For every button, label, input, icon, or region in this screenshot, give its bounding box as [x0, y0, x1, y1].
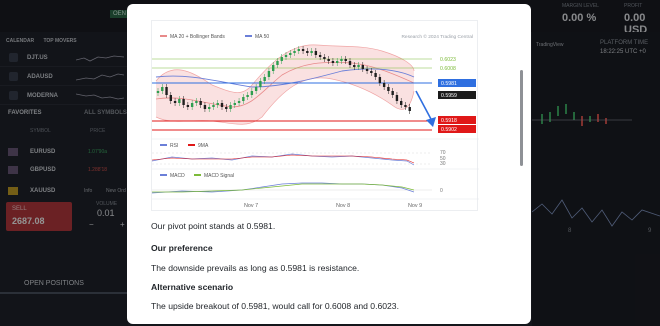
- x-label-nov-8: Nov 8: [336, 203, 350, 209]
- level-label-0-6023: 0.6023: [440, 57, 456, 63]
- candle-body: [182, 99, 185, 105]
- modal-scrollbar[interactable]: [520, 70, 523, 166]
- pivot-point-text: Our pivot point stands at 0.5981.: [151, 221, 276, 231]
- candle-body: [233, 103, 236, 105]
- legend-swatch-9ma: [188, 144, 195, 146]
- candle-body: [365, 69, 369, 71]
- candle-body: [272, 65, 275, 71]
- price-chart-svg: MA 20 + Bollinger Bands MA 50 Research ©…: [151, 33, 479, 209]
- candle-body: [293, 51, 296, 53]
- candle-body: [387, 87, 390, 91]
- preference-text: The downside prevails as long as 0.5981 …: [151, 263, 360, 273]
- candle-body: [301, 49, 305, 51]
- legend-swatch-macd: [160, 174, 167, 176]
- candle-body: [203, 105, 207, 109]
- alternative-scenario-text: The upside breakout of 0.5981, would cal…: [151, 301, 399, 311]
- analysis-chart: MA 20 + Bollinger Bands MA 50 Research ©…: [151, 20, 479, 211]
- legend-macd-signal: MACD Signal: [204, 173, 234, 179]
- candle-body: [173, 101, 177, 103]
- legend-ma50: MA 50: [255, 34, 269, 40]
- rsi-9ma-line: [151, 154, 415, 164]
- rsi-tick-30: 30: [440, 161, 446, 167]
- candle-body: [374, 73, 377, 77]
- candle-body: [340, 59, 343, 61]
- candle-body: [353, 65, 356, 67]
- macd-signal-line: [152, 183, 415, 193]
- projection-arrow-head: [426, 117, 436, 127]
- candle-body: [178, 99, 181, 103]
- candle-body: [327, 59, 330, 61]
- chart-watermark: Research © 2024 Trading Central: [401, 33, 473, 40]
- macd-tick-0: 0: [440, 188, 443, 194]
- candle-body: [391, 91, 394, 95]
- candle-body: [400, 101, 403, 105]
- candle-body: [195, 101, 198, 103]
- candle-body: [190, 103, 194, 107]
- candle-body: [408, 107, 411, 111]
- chart-legend: MA 20 + Bollinger Bands MA 50: [160, 34, 269, 40]
- candle-body: [306, 51, 309, 53]
- legend-swatch-macd-signal: [194, 174, 201, 176]
- candle-body: [314, 51, 318, 55]
- alternative-scenario-heading: Alternative scenario: [151, 282, 234, 292]
- level-label-0-5981: 0.5981: [441, 81, 457, 87]
- candle-body: [378, 77, 382, 83]
- candle-body: [186, 105, 190, 107]
- candle-body: [259, 81, 262, 87]
- candle-body: [225, 107, 228, 109]
- candle-body: [357, 65, 360, 67]
- candle-body: [246, 95, 249, 97]
- candle-body: [250, 91, 254, 95]
- level-label-0-5918: 0.5918: [441, 118, 457, 124]
- candle-body: [336, 61, 339, 63]
- candle-body: [267, 71, 271, 77]
- legend-ma20-bollinger: MA 20 + Bollinger Bands: [170, 34, 225, 40]
- candle-body: [199, 101, 202, 105]
- candle-body: [284, 55, 288, 57]
- legend-rsi: RSI: [170, 143, 178, 149]
- legend-swatch-ma20: [160, 35, 167, 37]
- preference-heading: Our preference: [151, 243, 213, 253]
- candle-body: [289, 53, 292, 55]
- candle-body: [395, 95, 399, 101]
- x-label-nov-7: Nov 7: [244, 203, 258, 209]
- candle-body: [161, 87, 164, 91]
- candle-body: [331, 61, 335, 63]
- candle-body: [344, 59, 347, 61]
- candle-body: [263, 77, 266, 81]
- candle-body: [404, 105, 407, 107]
- candle-body: [165, 87, 168, 95]
- candle-body: [348, 61, 352, 65]
- x-label-nov-9: Nov 9: [408, 203, 422, 209]
- candle-body: [229, 105, 232, 109]
- legend-swatch-rsi: [160, 144, 167, 146]
- candle-body: [254, 87, 258, 91]
- candle-body: [310, 51, 313, 53]
- level-label-0-5959: 0.5959: [441, 93, 457, 99]
- candle-body: [297, 49, 300, 51]
- candle-body: [212, 105, 215, 107]
- candle-body: [169, 95, 172, 101]
- legend-9ma: 9MA: [198, 143, 209, 149]
- candle-body: [208, 107, 211, 109]
- candle-body: [216, 103, 219, 105]
- projection-arrow-line: [415, 90, 433, 122]
- legend-macd: MACD: [170, 173, 185, 179]
- analysis-modal: MA 20 + Bollinger Bands MA 50 Research ©…: [127, 4, 531, 324]
- candle-body: [220, 103, 224, 107]
- candle-body: [237, 101, 241, 103]
- candle-body: [323, 57, 326, 59]
- candle-body: [318, 55, 322, 57]
- level-label-0-6008: 0.6008: [440, 66, 456, 72]
- candle-body: [361, 65, 364, 69]
- candle-body: [276, 61, 279, 65]
- candle-body: [156, 91, 160, 93]
- candle-body: [370, 71, 373, 73]
- level-label-0-5902: 0.5902: [441, 127, 457, 133]
- candle-body: [382, 83, 386, 87]
- candle-body: [242, 97, 245, 101]
- legend-swatch-ma50: [245, 35, 252, 37]
- candle-body: [280, 57, 283, 61]
